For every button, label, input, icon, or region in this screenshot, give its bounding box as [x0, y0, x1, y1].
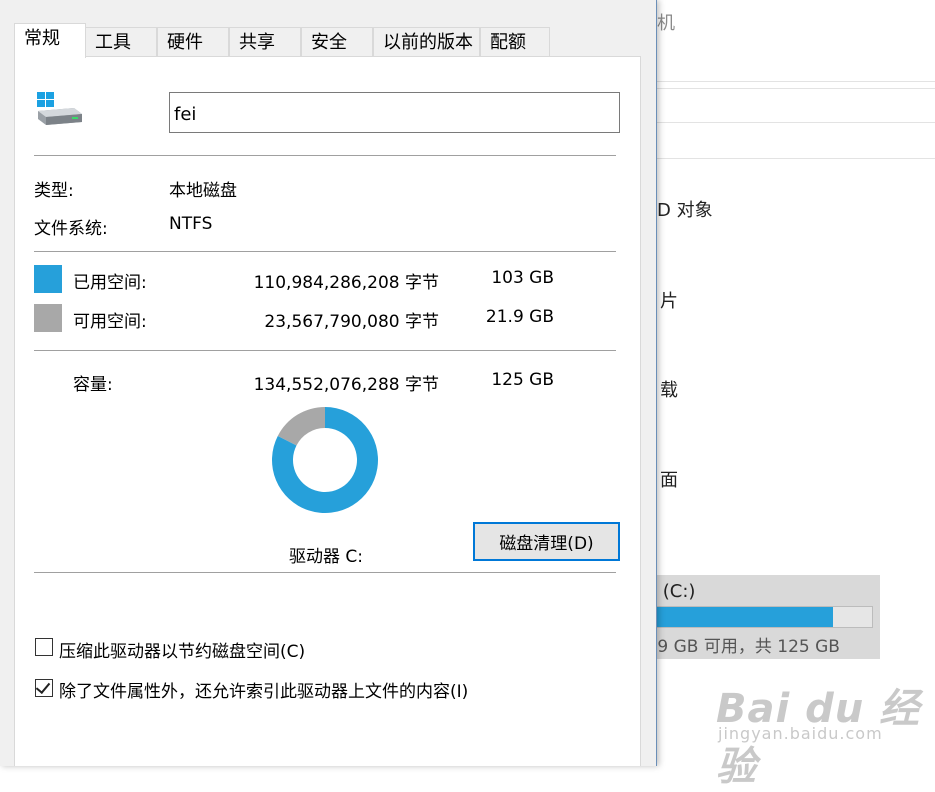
tab-label: 共享 [239, 32, 275, 53]
compress-drive-checkbox[interactable] [35, 638, 53, 656]
background-window-title: 机 [657, 13, 675, 34]
drive-c-space-text: .9 GB 可用，共 125 GB [652, 637, 840, 657]
windows-drive-icon [37, 92, 82, 125]
drive-usage-bar-fill [651, 607, 834, 627]
checkmark-icon [35, 678, 51, 695]
disk-cleanup-button[interactable]: 磁盘清理(D) [473, 522, 620, 561]
tab-hardware[interactable]: 硬件 [157, 27, 229, 57]
tab-label: 配额 [490, 32, 526, 53]
drive-usage-bar [650, 606, 873, 628]
tab-tools[interactable]: 工具 [85, 27, 157, 57]
used-space-gb: 103 GB [491, 268, 554, 288]
capacity-gb: 125 GB [491, 370, 554, 390]
tab-label: 工具 [95, 32, 131, 53]
tab-label: 以前的版本 [383, 32, 473, 53]
background-divider [657, 122, 935, 123]
divider [34, 572, 616, 573]
divider [34, 350, 616, 351]
drive-properties-dialog: 常规 工具 硬件 共享 安全 以前的版本 配额 类型: 本地磁盘 文件系统: N… [0, 0, 657, 766]
used-space-label: 已用空间: [73, 273, 147, 293]
nav-item-downloads[interactable]: 载 [660, 376, 678, 402]
nav-item-desktop[interactable]: 面 [660, 466, 678, 492]
tab-label: 常规 [24, 28, 60, 49]
tab-label: 安全 [311, 32, 347, 53]
tab-sharing[interactable]: 共享 [229, 27, 301, 57]
drive-name-input[interactable] [169, 92, 620, 133]
free-space-gb: 21.9 GB [485, 307, 554, 327]
type-label: 类型: [34, 181, 74, 201]
tab-security[interactable]: 安全 [301, 27, 373, 57]
baidu-watermark-url: jingyan.baidu.com [718, 724, 883, 743]
type-value: 本地磁盘 [169, 181, 237, 201]
background-divider [657, 88, 935, 89]
filesystem-label: 文件系统: [34, 219, 108, 239]
allow-indexing-checkbox[interactable] [35, 678, 53, 697]
background-divider [657, 158, 935, 159]
drive-c-name: i (C:) [652, 581, 696, 602]
used-space-bytes: 110,984,286,208 字节 [253, 273, 439, 293]
free-space-bytes: 23,567,790,080 字节 [264, 312, 439, 332]
tab-quota[interactable]: 配额 [480, 27, 550, 57]
used-space-swatch [34, 265, 62, 293]
free-space-label: 可用空间: [73, 312, 147, 332]
disk-usage-donut-chart [272, 407, 378, 513]
tab-label: 硬件 [167, 32, 203, 53]
capacity-label: 容量: [73, 375, 113, 395]
drive-letter-label: 驱动器 C: [289, 547, 364, 567]
tab-general[interactable]: 常规 [14, 23, 86, 58]
divider [34, 251, 616, 252]
divider [34, 155, 616, 156]
allow-indexing-label[interactable]: 除了文件属性外，还允许索引此驱动器上文件的内容(I) [59, 677, 468, 702]
nav-item-pictures[interactable]: 片 [660, 287, 678, 313]
nav-item-3d-objects[interactable]: D 对象 [657, 196, 713, 222]
background-divider [657, 81, 935, 82]
filesystem-value: NTFS [169, 214, 213, 234]
compress-drive-label[interactable]: 压缩此驱动器以节约磁盘空间(C) [59, 637, 305, 662]
capacity-bytes: 134,552,076,288 字节 [253, 375, 439, 395]
tab-previous-versions[interactable]: 以前的版本 [373, 27, 480, 57]
tab-strip: 常规 工具 硬件 共享 安全 以前的版本 配额 [14, 23, 554, 58]
free-space-swatch [34, 304, 62, 332]
